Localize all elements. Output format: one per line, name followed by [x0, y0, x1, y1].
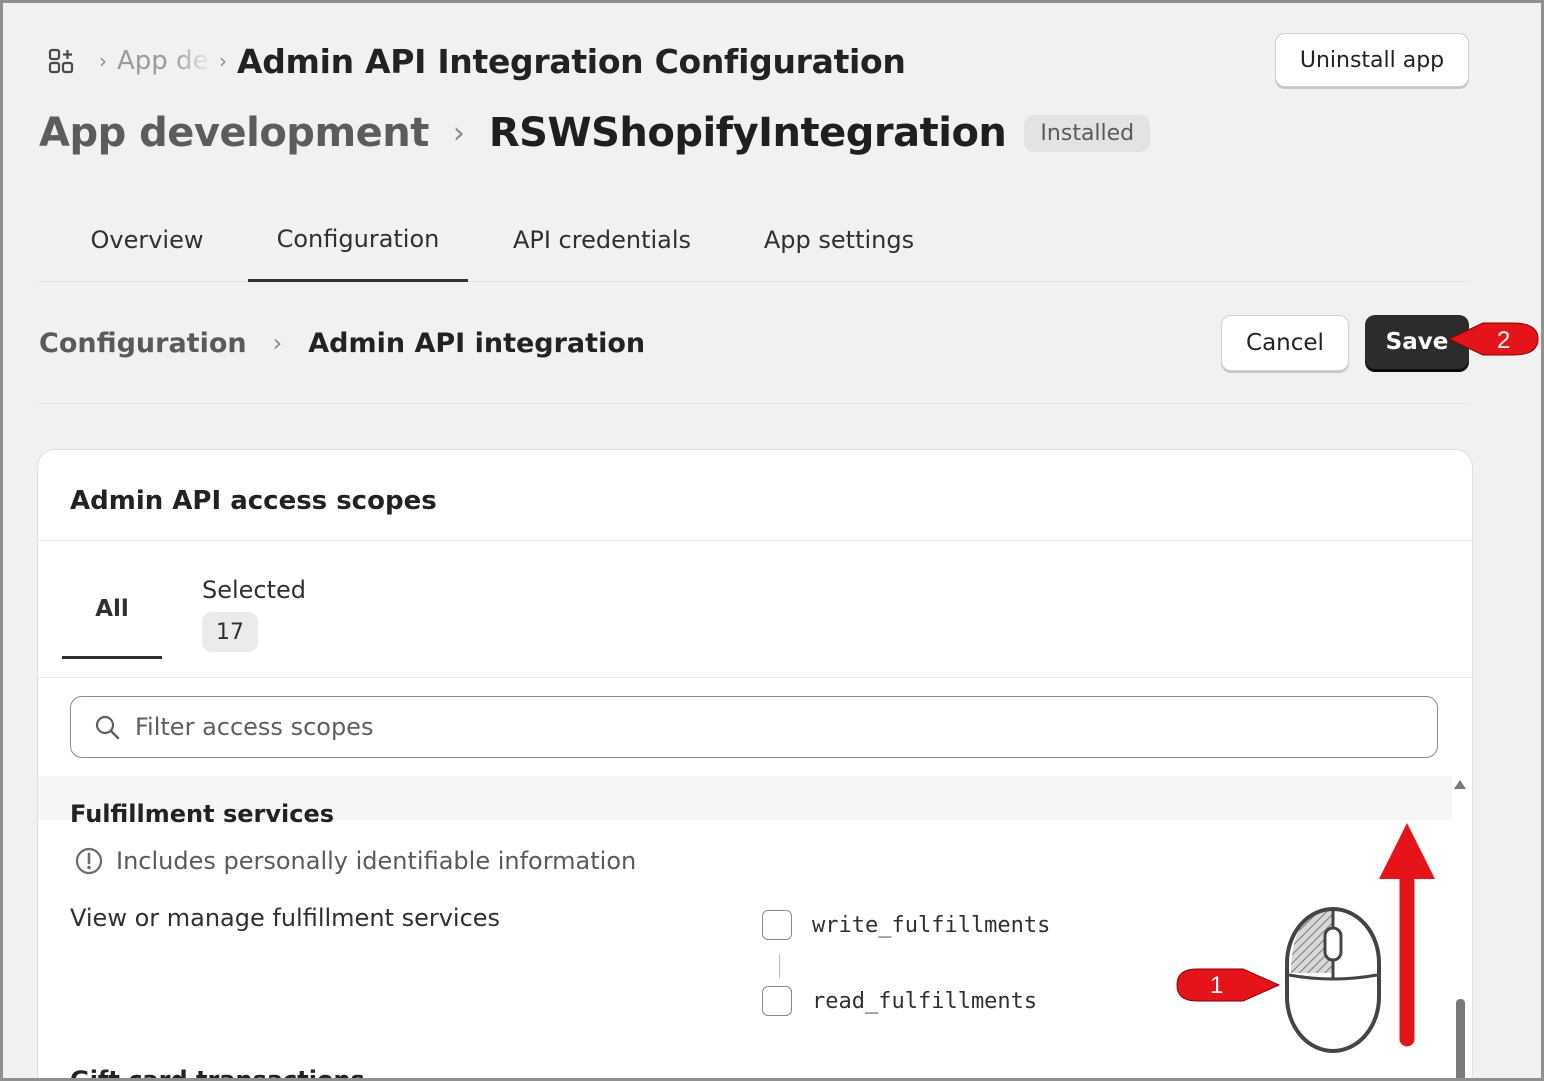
annotation-overlay: 2 1	[1176, 322, 1539, 1053]
step-1-marker: 1	[1176, 968, 1281, 1002]
red-arrow-up-icon	[1379, 823, 1435, 1047]
mouse-scroll-icon	[1285, 907, 1381, 1053]
step-2-label: 2	[1497, 327, 1510, 354]
step-2-marker: 2	[1447, 322, 1539, 356]
step-1-label: 1	[1210, 972, 1223, 999]
app-window: › App dev › Admin API Integration Config…	[0, 0, 1544, 1081]
